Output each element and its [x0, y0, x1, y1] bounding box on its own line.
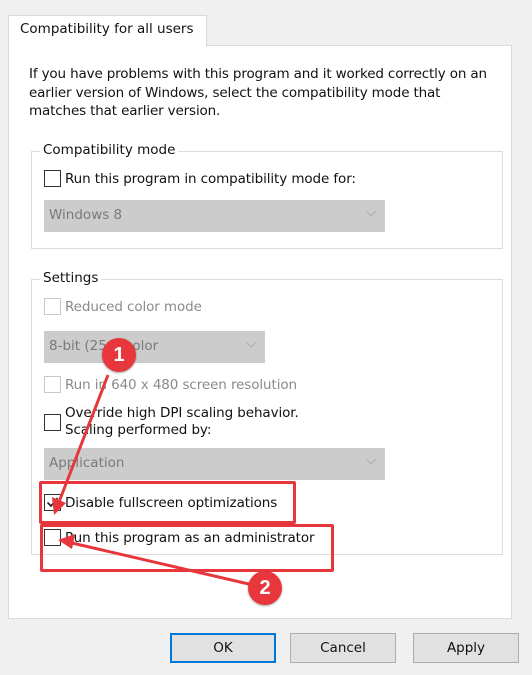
res-640-row[interactable]: Run in 640 x 480 screen resolution	[44, 376, 297, 393]
reduced-color-checkbox[interactable]	[44, 298, 61, 315]
compatibility-mode-title: Compatibility mode	[40, 142, 179, 158]
ok-button[interactable]: OK	[170, 633, 276, 663]
highlight-disable-fullscreen	[39, 481, 296, 524]
intro-text: If you have problems with this program a…	[29, 66, 487, 119]
dpi-scaling-select[interactable]: Application	[44, 448, 385, 480]
chevron-down-icon	[365, 458, 377, 465]
dpi-override-label-line2: Scaling performed by:	[65, 422, 212, 438]
apply-button[interactable]: Apply	[413, 633, 519, 663]
chevron-down-icon	[365, 210, 377, 217]
compat-mode-checkbox-row[interactable]: Run this program in compatibility mode f…	[44, 170, 356, 187]
chevron-down-icon	[245, 341, 257, 348]
tab-compatibility-all-users[interactable]: Compatibility for all users	[8, 15, 207, 47]
os-version-select[interactable]: Windows 8	[44, 200, 385, 232]
compat-mode-checkbox[interactable]	[44, 170, 61, 187]
color-depth-select[interactable]: 8-bit (256) color	[44, 331, 265, 363]
dpi-override-label-line1: Override high DPI scaling behavior.	[65, 405, 299, 421]
highlight-run-as-admin	[40, 524, 334, 572]
reduced-color-label: Reduced color mode	[65, 298, 202, 315]
reduced-color-row[interactable]: Reduced color mode	[44, 298, 202, 315]
annotation-badge-1: 1	[102, 338, 136, 372]
compat-mode-label: Run this program in compatibility mode f…	[65, 170, 356, 187]
res-640-label: Run in 640 x 480 screen resolution	[65, 376, 297, 393]
cancel-button[interactable]: Cancel	[290, 633, 396, 663]
dpi-override-checkbox[interactable]	[44, 414, 61, 431]
dpi-override-row[interactable]: Override high DPI scaling behavior. Scal…	[44, 405, 299, 439]
tab-label: Compatibility for all users	[20, 21, 194, 37]
settings-title: Settings	[40, 270, 102, 286]
annotation-badge-2: 2	[248, 571, 282, 605]
os-version-value: Windows 8	[49, 207, 123, 223]
res-640-checkbox[interactable]	[44, 376, 61, 393]
dpi-scaling-value: Application	[49, 455, 125, 471]
